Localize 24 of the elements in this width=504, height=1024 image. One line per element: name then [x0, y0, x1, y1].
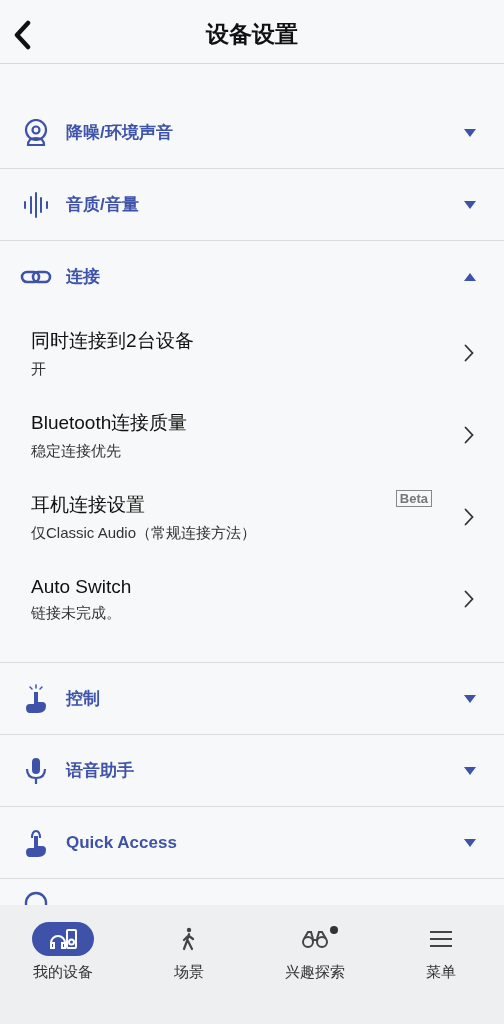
tab[interactable]: 兴趣探索	[252, 922, 378, 1024]
setting-title: 同时连接到2台设备	[31, 328, 195, 353]
tab[interactable]: 场景	[126, 922, 252, 1024]
setting-title: 耳机连接设置	[31, 492, 146, 517]
setting-title: Auto Switch	[31, 575, 133, 598]
setting-row[interactable]: Auto Switch 链接未完成。	[0, 558, 504, 640]
beta-badge: Beta	[395, 490, 432, 507]
section-header[interactable]: 音质/音量	[0, 169, 504, 241]
section-header[interactable]: Quick Access	[0, 807, 504, 879]
setting-value: 链接未完成。	[31, 603, 122, 623]
tab[interactable]: 我的设备	[0, 922, 126, 1024]
section-header[interactable]: 降噪/环境声音	[0, 97, 504, 169]
setting-title: Bluetooth连接质量	[31, 410, 189, 435]
setting-value: 开	[31, 359, 47, 379]
setting-row[interactable]: Bluetooth连接质量 稳定连接优先	[0, 394, 504, 476]
setting-row[interactable]: 同时连接到2台设备 开	[0, 312, 504, 394]
setting-value: 仅Classic Audio（常规连接方法）	[31, 523, 258, 543]
section-header[interactable]: 语音助手	[0, 735, 504, 807]
setting-value: 稳定连接优先	[31, 441, 122, 461]
section-header[interactable]: 连接	[0, 241, 504, 312]
section-header[interactable]: 控制	[0, 663, 504, 735]
page-title: 设备设置	[206, 20, 298, 49]
tab[interactable]: 菜单	[378, 922, 504, 1024]
setting-row[interactable]: 耳机连接设置 仅Classic Audio（常规连接方法） Beta	[0, 476, 504, 558]
